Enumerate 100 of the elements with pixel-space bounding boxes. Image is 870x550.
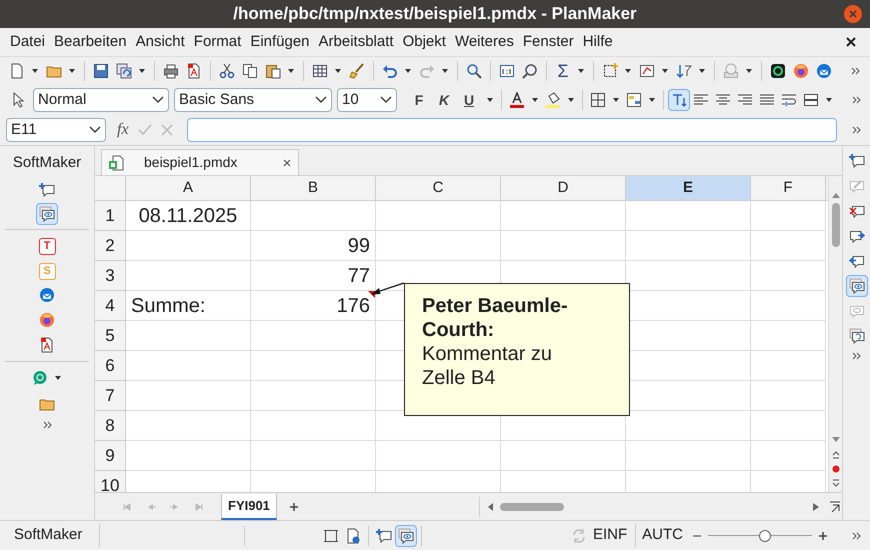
previous-page-icon[interactable]: [832, 451, 840, 459]
zoom-in-icon[interactable]: [818, 530, 828, 540]
dot-icon[interactable]: [832, 465, 840, 473]
table-cell[interactable]: [251, 201, 376, 231]
caret-icon[interactable]: [334, 67, 342, 75]
table-cell[interactable]: 08.11.2025: [126, 201, 251, 231]
table-cell[interactable]: [751, 261, 826, 291]
column-header[interactable]: A: [126, 176, 251, 200]
table-cell[interactable]: [751, 351, 826, 381]
row-header[interactable]: 2: [95, 231, 126, 261]
split-view-icon[interactable]: [829, 500, 841, 512]
bold-button[interactable]: F: [408, 89, 430, 111]
caret-icon[interactable]: [698, 67, 706, 75]
language-indicator[interactable]: AUTC: [642, 524, 692, 547]
next-page-icon[interactable]: [832, 479, 840, 487]
sheet-tab[interactable]: FYI901: [221, 494, 277, 520]
scrollbar-thumb[interactable]: [832, 203, 840, 247]
more-icon[interactable]: [851, 530, 862, 542]
caret-icon[interactable]: [577, 67, 585, 75]
caret-icon[interactable]: [31, 67, 39, 75]
cell-reference-dropdown[interactable]: E11: [6, 118, 106, 142]
table-cell[interactable]: [376, 441, 501, 471]
table-cell[interactable]: [751, 441, 826, 471]
table-cell[interactable]: [501, 201, 626, 231]
caret-icon[interactable]: [567, 96, 575, 104]
sum-button[interactable]: Σ: [552, 60, 574, 82]
row-header[interactable]: 3: [95, 261, 126, 291]
close-icon[interactable]: [844, 35, 858, 49]
menu-item[interactable]: Hilfe: [582, 30, 613, 54]
table-cell[interactable]: [376, 201, 501, 231]
table-cell[interactable]: [126, 411, 251, 441]
table-cell[interactable]: [751, 411, 826, 441]
scroll-right-icon[interactable]: [813, 502, 819, 510]
show-comments-toggle[interactable]: [36, 202, 58, 224]
table-cell[interactable]: [126, 351, 251, 381]
column-header[interactable]: F: [751, 176, 826, 200]
insert-mode-indicator[interactable]: EINF: [593, 524, 636, 547]
table-cell[interactable]: [501, 441, 626, 471]
menu-item[interactable]: Fenster: [522, 30, 574, 54]
italic-button[interactable]: K: [433, 89, 455, 111]
column-header[interactable]: B: [251, 176, 376, 200]
document-tab[interactable]: beispiel1.pmdx: [101, 149, 299, 175]
caret-icon[interactable]: [825, 96, 833, 104]
table-cell[interactable]: [751, 291, 826, 321]
caret-icon[interactable]: [531, 96, 539, 104]
caret-icon[interactable]: [612, 96, 620, 104]
show-comments-toggle[interactable]: [846, 275, 868, 297]
caret-icon[interactable]: [54, 374, 62, 382]
table-cell[interactable]: [751, 321, 826, 351]
menu-item[interactable]: Arbeitsblatt: [318, 30, 394, 54]
row-header[interactable]: 4: [95, 291, 126, 321]
row-header[interactable]: 6: [95, 351, 126, 381]
more-icon[interactable]: [851, 124, 862, 136]
row-header[interactable]: 1: [95, 201, 126, 231]
table-cell[interactable]: [626, 201, 751, 231]
comment-tooltip[interactable]: Peter Baeumle-Courth: Kommentar zu Zelle B4: [404, 283, 630, 416]
caret-icon[interactable]: [661, 67, 669, 75]
menu-item[interactable]: Objekt: [402, 30, 446, 54]
table-cell[interactable]: [751, 201, 826, 231]
close-button[interactable]: [844, 5, 862, 23]
row-header[interactable]: 8: [95, 411, 126, 441]
caret-icon[interactable]: [648, 96, 656, 104]
underline-button[interactable]: U: [458, 89, 480, 111]
caret-icon[interactable]: [486, 96, 494, 104]
close-icon[interactable]: [282, 158, 292, 168]
row-header[interactable]: 9: [95, 441, 126, 471]
caret-icon[interactable]: [68, 67, 76, 75]
menu-item[interactable]: Weiteres: [454, 30, 514, 54]
menu-item[interactable]: Format: [194, 30, 242, 54]
font-size-dropdown[interactable]: 10: [337, 88, 397, 112]
function-button[interactable]: fx: [117, 118, 129, 142]
table-cell[interactable]: 77: [251, 261, 376, 291]
table-cell[interactable]: [501, 231, 626, 261]
menu-item[interactable]: Einfügen: [250, 30, 310, 54]
zoom-slider[interactable]: [708, 530, 812, 542]
table-cell[interactable]: [126, 231, 251, 261]
more-icon[interactable]: [851, 350, 862, 362]
table-cell[interactable]: [126, 381, 251, 411]
style-dropdown[interactable]: Normal: [33, 88, 169, 112]
check-icon[interactable]: [136, 122, 153, 138]
table-cell[interactable]: [751, 381, 826, 411]
scroll-down-icon[interactable]: [830, 436, 840, 443]
column-header[interactable]: E: [626, 176, 751, 200]
scroll-left-icon[interactable]: [488, 502, 494, 510]
menu-item[interactable]: Bearbeiten: [54, 30, 127, 54]
scroll-up-icon[interactable]: [830, 192, 840, 199]
table-cell[interactable]: [376, 231, 501, 261]
table-cell[interactable]: [626, 441, 751, 471]
table-cell[interactable]: 99: [251, 231, 376, 261]
table-cell[interactable]: [251, 381, 376, 411]
wrap-text-toggle[interactable]: [668, 89, 690, 111]
column-header[interactable]: C: [376, 176, 501, 200]
table-cell[interactable]: [251, 441, 376, 471]
row-header[interactable]: 5: [95, 321, 126, 351]
table-cell[interactable]: [126, 321, 251, 351]
more-icon[interactable]: [42, 418, 52, 430]
caret-icon[interactable]: [404, 67, 412, 75]
caret-icon[interactable]: [441, 67, 449, 75]
more-icon[interactable]: [850, 65, 861, 77]
font-dropdown[interactable]: Basic Sans: [174, 88, 332, 112]
